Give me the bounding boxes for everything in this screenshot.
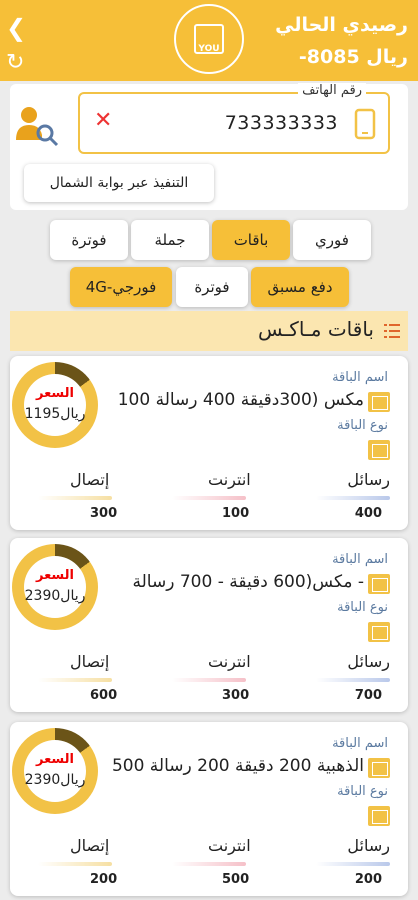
- calls-label: إتصال: [70, 470, 110, 489]
- tab-billing[interactable]: فوترة: [50, 220, 128, 260]
- calls-value: 300: [90, 506, 118, 521]
- sms-bar: [316, 496, 390, 500]
- internet-value: 100: [222, 506, 250, 521]
- price-ring: السعر 2390ريال: [12, 544, 98, 630]
- section-title: باقات مـاكـس: [257, 317, 374, 341]
- sms-bar: [316, 678, 390, 682]
- internet-label: انترنت: [208, 470, 251, 489]
- price-value: 2390ريال: [24, 588, 86, 604]
- sms-value: 200: [354, 872, 382, 887]
- phone-field[interactable]: رقم الهاتف ✕ 733333333: [78, 83, 390, 154]
- north-gateway-button[interactable]: التنفيذ عبر بوابة الشمال: [24, 164, 214, 202]
- internet-value: 300: [222, 688, 250, 703]
- price-ring-center: السعر 2390ريال: [24, 740, 86, 802]
- tab-instant[interactable]: فوري: [293, 220, 371, 260]
- price-value: 1195ريال: [24, 406, 86, 422]
- user-search-icon[interactable]: [14, 102, 60, 148]
- tab-postpaid[interactable]: فوترة: [176, 267, 248, 307]
- package-type-label: نوع الباقة: [337, 784, 388, 799]
- phone-value[interactable]: 733333333: [225, 112, 338, 134]
- package-name: الذهبية 200 دقيقة 200 رسالة 500: [111, 756, 364, 776]
- tab-label: جملة: [154, 231, 186, 249]
- clear-icon[interactable]: ✕: [94, 108, 112, 133]
- package-type-icon: [368, 622, 390, 642]
- calls-bar: [38, 496, 112, 500]
- package-card[interactable]: السعر 1195ريال اسم الباقة مكس (300دقيقة …: [10, 356, 408, 530]
- balance-title: رصيدي الحالي: [275, 14, 408, 36]
- internet-value: 500: [222, 872, 250, 887]
- app-logo: YOU: [174, 4, 244, 74]
- price-value: 2390ريال: [24, 772, 86, 788]
- price-ring-center: السعر 2390ريال: [24, 556, 86, 618]
- sms-label: رسائل: [347, 652, 390, 671]
- price-ring: السعر 1195ريال: [12, 362, 98, 448]
- calls-bar: [38, 862, 112, 866]
- app-header: ❮ ↻ YOU رصيدي الحالي -8085 ريال: [0, 0, 418, 81]
- sms-value: 400: [354, 506, 382, 521]
- internet-bar: [172, 678, 246, 682]
- tab-wholesale[interactable]: جملة: [131, 220, 209, 260]
- package-name-label: اسم الباقة: [332, 370, 388, 385]
- list-icon: [384, 323, 400, 338]
- phone-field-label: رقم الهاتف: [298, 83, 366, 98]
- internet-bar: [172, 862, 246, 866]
- price-ring-center: السعر 1195ريال: [24, 374, 86, 436]
- tab-label: فوترة: [71, 231, 107, 249]
- calls-bar: [38, 678, 112, 682]
- tab-label: دفع مسبق: [267, 278, 333, 296]
- tab-prepaid[interactable]: دفع مسبق: [251, 267, 349, 307]
- internet-label: انترنت: [208, 652, 251, 671]
- price-label: السعر: [36, 386, 74, 401]
- calls-label: إتصال: [70, 836, 110, 855]
- tab-packages[interactable]: باقات: [212, 220, 290, 260]
- back-icon[interactable]: ❮: [6, 14, 26, 42]
- internet-label: انترنت: [208, 836, 251, 855]
- internet-bar: [172, 496, 246, 500]
- tab-label: فوري: [315, 231, 349, 249]
- refresh-icon[interactable]: ↻: [6, 50, 24, 75]
- package-card[interactable]: السعر 2390ريال اسم الباقة الذهبية 200 دق…: [10, 722, 408, 896]
- balance-value: -8085 ريال: [298, 46, 408, 68]
- package-name: مكس(600 دقيقة - 700 رسالة -: [132, 572, 365, 592]
- package-icon: [368, 758, 390, 778]
- logo-text: YOU: [194, 24, 224, 54]
- calls-value: 600: [90, 688, 118, 703]
- sms-label: رسائل: [347, 470, 390, 489]
- price-ring: السعر 2390ريال: [12, 728, 98, 814]
- package-card[interactable]: السعر 2390ريال اسم الباقة مكس(600 دقيقة …: [10, 538, 408, 712]
- tab-label: 4G-فورجي: [85, 278, 157, 296]
- tab-label: باقات: [233, 231, 269, 249]
- sms-label: رسائل: [347, 836, 390, 855]
- package-icon: [368, 392, 390, 412]
- phone-card: رقم الهاتف ✕ 733333333 التنفيذ عبر بوابة…: [10, 83, 408, 210]
- calls-label: إتصال: [70, 652, 110, 671]
- package-type-icon: [368, 440, 390, 460]
- sms-value: 700: [354, 688, 382, 703]
- price-label: السعر: [36, 752, 74, 767]
- package-icon: [368, 574, 390, 594]
- mobile-phone-icon: [354, 108, 376, 140]
- price-label: السعر: [36, 568, 74, 583]
- package-type-label: نوع الباقة: [337, 418, 388, 433]
- package-type-label: نوع الباقة: [337, 600, 388, 615]
- package-name-label: اسم الباقة: [332, 552, 388, 567]
- tab-label: فوترة: [194, 278, 230, 296]
- package-type-icon: [368, 806, 390, 826]
- section-header: باقات مـاكـس: [10, 311, 408, 351]
- sms-bar: [316, 862, 390, 866]
- calls-value: 200: [90, 872, 118, 887]
- package-name: مكس (300دقيقة 400 رسالة 100: [117, 390, 364, 410]
- package-name-label: اسم الباقة: [332, 736, 388, 751]
- tab-4g[interactable]: 4G-فورجي: [70, 267, 172, 307]
